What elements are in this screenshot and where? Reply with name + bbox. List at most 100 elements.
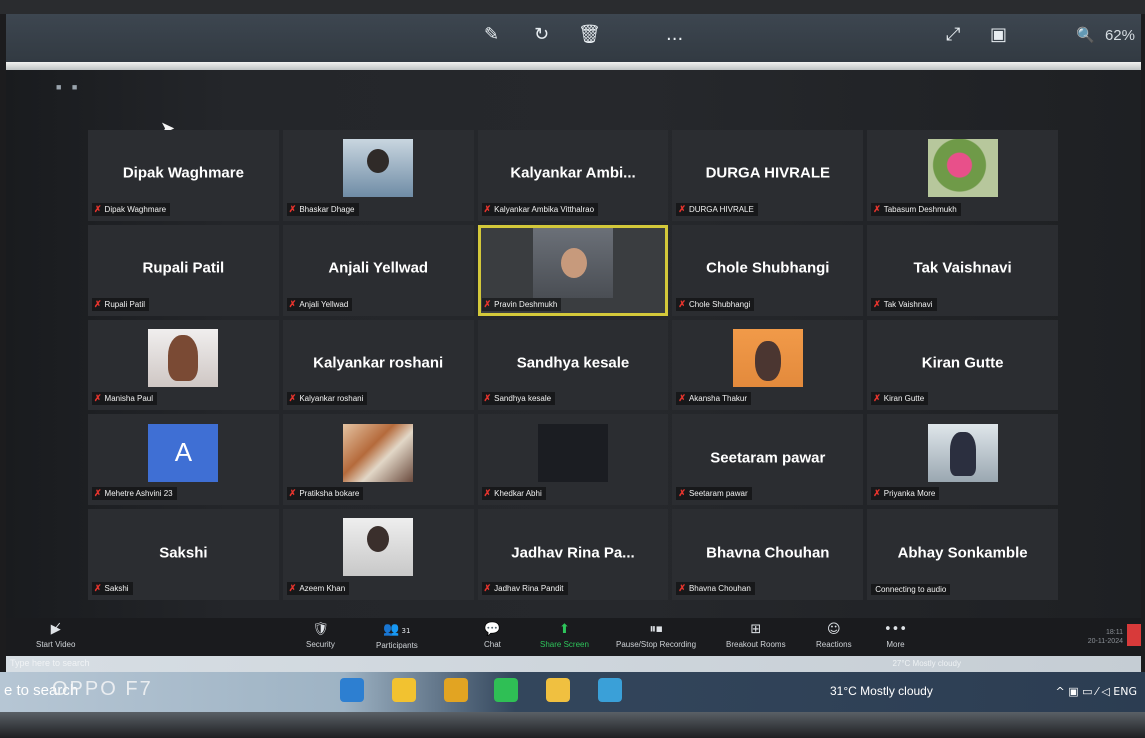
participant-display-name: Jadhav Rina Pa... bbox=[511, 544, 635, 562]
system-tray[interactable]: ^ ▣ ▭ ⁄ ◁ ENG bbox=[1056, 685, 1138, 698]
participant-tile[interactable]: ✗ Priyanka More bbox=[867, 414, 1058, 506]
shield-icon: 🛡 bbox=[312, 622, 329, 637]
background-weather: 27°C Mostly cloudy bbox=[892, 659, 961, 668]
participant-name-label: ✗ Tabasum Deshmukh bbox=[871, 202, 961, 216]
participant-label-text: Rupali Patil bbox=[104, 299, 146, 309]
participant-label-text: Sandhya kesale bbox=[494, 394, 552, 404]
participant-tile[interactable]: ✗ Khedkar Abhi bbox=[477, 414, 669, 506]
participant-tile[interactable]: ✗ Pravin Deshmukh bbox=[477, 224, 669, 316]
participant-label-text: Manisha Paul bbox=[104, 394, 154, 404]
more-icon[interactable]: ... bbox=[666, 24, 683, 46]
chat-icon: 💬 bbox=[484, 622, 501, 637]
security-button[interactable]: 🛡 Security bbox=[306, 622, 335, 649]
muted-mic-icon: ✗ bbox=[483, 583, 492, 593]
participant-grid: Dipak Waghmare ✗ Dipak Waghmare ✗ Bhaskar Dh… bbox=[88, 130, 1058, 600]
participant-display-name: Kalyankar Ambi... bbox=[510, 164, 636, 182]
muted-mic-icon: ✗ bbox=[94, 393, 102, 404]
participant-tile[interactable]: ✗ Akansha Thakur bbox=[672, 319, 864, 411]
participant-tile[interactable]: Seetaram pawar ✗ Seetaram pawar bbox=[672, 414, 864, 506]
participant-tile[interactable]: ✗ Pratiksha bokare bbox=[282, 414, 474, 506]
end-meeting-button[interactable] bbox=[1127, 624, 1141, 646]
reactions-icon: ☺ bbox=[827, 622, 841, 637]
participant-name-label: ✗ Pratiksha bokare bbox=[286, 487, 364, 501]
background-search-placeholder: Type here to search bbox=[10, 658, 90, 668]
expand-icon[interactable]: ⤢ bbox=[946, 24, 960, 46]
participant-tile[interactable]: Tak Vaishnavi ✗ Tak Vaishnavi bbox=[867, 224, 1058, 316]
participant-label-text: Pratiksha bokare bbox=[299, 489, 360, 499]
share-screen-button[interactable]: ⬆ Share Screen bbox=[540, 622, 589, 649]
participants-button[interactable]: 👥 31 Participants bbox=[376, 622, 418, 650]
delete-icon[interactable]: 🗑 bbox=[578, 24, 601, 46]
muted-mic-icon: ✗ bbox=[678, 583, 686, 593]
participant-tile[interactable]: Kiran Gutte ✗ Kiran Gutte bbox=[867, 319, 1058, 411]
participant-display-name: Chole Shubhangi bbox=[706, 259, 830, 277]
rotate-icon[interactable]: ↻ bbox=[534, 24, 549, 46]
participant-tile[interactable]: ✗ Bhaskar Dhage bbox=[282, 130, 474, 221]
participant-tile[interactable]: Bhavna Chouhan ✗ Bhavna Chouhan bbox=[672, 509, 864, 600]
muted-mic-icon: ✗ bbox=[288, 488, 297, 499]
participant-tile[interactable]: DURGA HIVRALE ✗ DURGA HIVRALE bbox=[672, 130, 864, 221]
muted-mic-icon: ✗ bbox=[483, 393, 492, 404]
edge-icon[interactable] bbox=[340, 678, 364, 702]
edit-icon[interactable]: ✎ bbox=[484, 24, 499, 46]
participant-tile[interactable]: Kalyankar Ambi... ✗ Kalyankar Ambika Vitth… bbox=[477, 130, 669, 221]
muted-mic-icon: ✗ bbox=[483, 488, 492, 499]
chat-button[interactable]: 💬 Chat bbox=[484, 622, 501, 649]
muted-mic-icon: ✗ bbox=[483, 203, 492, 214]
participant-display-name: Tak Vaishnavi bbox=[913, 259, 1012, 277]
participant-label-text: Bhaskar Dhage bbox=[299, 204, 355, 214]
profile-picture bbox=[148, 328, 219, 387]
participant-tile[interactable]: Chole Shubhangi ✗ Chole Shubhangi bbox=[672, 224, 864, 316]
breakout-rooms-button[interactable]: ⊞ Breakout Rooms bbox=[726, 622, 786, 649]
taskbar-weather[interactable]: 31°C Mostly cloudy bbox=[830, 684, 933, 698]
zoom-meeting-window: ■ ■ ➤ Dipak Waghmare ✗ Dipak Waghmare ✗ Bhas… bbox=[6, 70, 1141, 618]
muted-mic-icon: ✗ bbox=[288, 203, 297, 214]
letter-avatar: A bbox=[148, 423, 219, 482]
participant-display-name: DURGA HIVRALE bbox=[705, 164, 831, 182]
participant-tile[interactable]: ✗ Tabasum Deshmukh bbox=[867, 130, 1058, 221]
participant-tile[interactable]: Sandhya kesale ✗ Sandhya kesale bbox=[477, 319, 669, 411]
participant-tile[interactable]: Jadhav Rina Pa... ✗ Jadhav Rina Pandit bbox=[477, 509, 669, 600]
recording-button[interactable]: ⏸⏹ Pause/Stop Recording bbox=[616, 622, 696, 649]
participant-label-text: Tak Vaishnavi bbox=[883, 299, 933, 309]
muted-mic-icon: ✗ bbox=[873, 298, 881, 309]
chat-label: Chat bbox=[484, 640, 501, 649]
participant-display-name: Dipak Waghmare bbox=[122, 164, 244, 182]
participant-tile[interactable]: Dipak Waghmare ✗ Dipak Waghmare bbox=[88, 130, 279, 221]
participant-label-text: Priyanka More bbox=[883, 489, 936, 499]
participant-tile[interactable]: Anjali Yellwad ✗ Anjali Yellwad bbox=[282, 224, 474, 316]
fit-icon[interactable]: ▣ bbox=[990, 24, 1007, 46]
participant-tile[interactable]: Sakshi ✗ Sakshi bbox=[88, 509, 279, 600]
store-icon[interactable] bbox=[546, 678, 570, 702]
muted-mic-icon: ✗ bbox=[678, 203, 686, 214]
whatsapp-icon[interactable] bbox=[494, 678, 518, 702]
participant-label-text: DURGA HIVRALE bbox=[688, 204, 754, 214]
photos-icon[interactable] bbox=[598, 678, 622, 702]
security-label: Security bbox=[306, 640, 335, 649]
zoom-icon[interactable]: 🔍 bbox=[1076, 24, 1095, 46]
profile-picture bbox=[927, 423, 998, 482]
reactions-button[interactable]: ☺ Reactions bbox=[816, 622, 852, 649]
participant-tile[interactable]: Kalyankar roshani ✗ Kalyankar roshani bbox=[282, 319, 474, 411]
participant-tile[interactable]: Abhay Sonkamble Connecting to audio bbox=[867, 509, 1058, 600]
participant-tile[interactable]: ✗ Manisha Paul bbox=[88, 319, 279, 411]
participant-tile[interactable]: ✗ Azeem Khan bbox=[282, 509, 474, 600]
profile-picture bbox=[343, 139, 414, 198]
muted-mic-icon: ✗ bbox=[288, 298, 297, 309]
participant-label-text: Mehetre Ashvini 23 bbox=[104, 489, 173, 499]
participant-name-label: ✗ Chole Shubhangi bbox=[676, 297, 755, 311]
muted-mic-icon: ✗ bbox=[678, 488, 686, 499]
file-explorer-icon[interactable] bbox=[392, 678, 416, 702]
participant-label-text: Dipak Waghmare bbox=[104, 204, 167, 214]
participant-name-label: ✗ Mehetre Ashvini 23 bbox=[92, 487, 177, 501]
chrome-icon[interactable] bbox=[444, 678, 468, 702]
reactions-label: Reactions bbox=[816, 640, 852, 649]
participant-tile[interactable]: A ✗ Mehetre Ashvini 23 bbox=[88, 414, 279, 506]
participant-name-label: ✗ Seetaram pawar bbox=[676, 487, 752, 501]
zoom-level[interactable]: 62% bbox=[1105, 27, 1135, 44]
participant-tile[interactable]: Rupali Patil ✗ Rupali Patil bbox=[88, 224, 279, 316]
participant-name-label: ✗ Sandhya kesale bbox=[481, 392, 556, 406]
more-button[interactable]: ••• More bbox=[884, 622, 907, 649]
muted-mic-icon: ✗ bbox=[94, 203, 102, 214]
start-video-button[interactable]: ▶̸ Start Video bbox=[36, 622, 75, 649]
